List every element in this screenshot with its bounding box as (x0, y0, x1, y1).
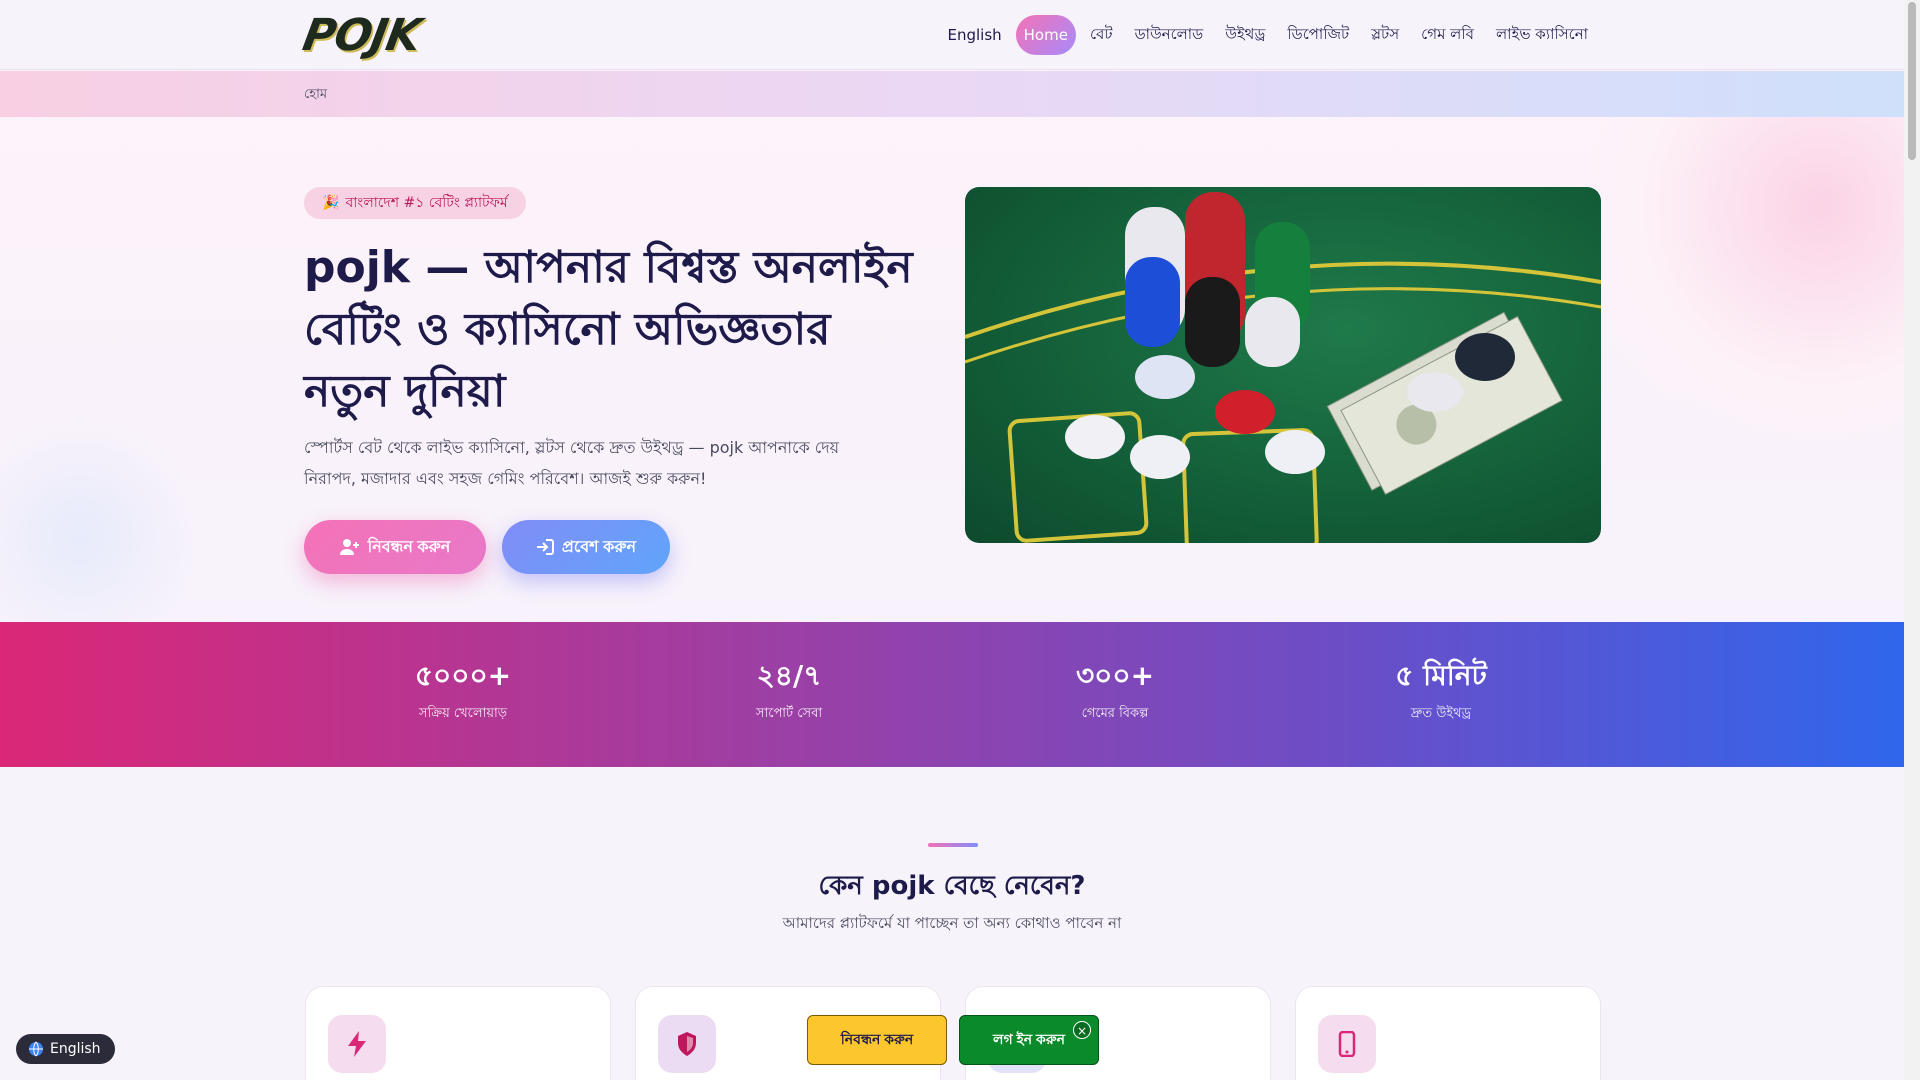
language-label: English (50, 1041, 101, 1057)
hero-register-button[interactable]: নিবন্ধন করুন (304, 520, 486, 574)
breadcrumb-bar: হোম (0, 71, 1904, 117)
nav-item-english[interactable]: English (939, 15, 1009, 55)
main-nav: English Home বেট ডাউনলোড উইথড্র ডিপোজিট … (939, 14, 1596, 56)
nav-item-deposit[interactable]: ডিপোজিট (1279, 12, 1357, 59)
close-icon[interactable]: × (1073, 1021, 1091, 1039)
stat-value: ৫ মিনিট (1395, 659, 1487, 692)
hero-login-label: প্রবেশ করুন (561, 538, 637, 556)
mobile-icon (1318, 1015, 1376, 1073)
hero-title: pojk — আপনার বিশ্বস্ত অনলাইন বেটিং ও ক্য… (304, 242, 913, 417)
party-icon: 🎉 (322, 195, 340, 211)
hero-section: 🎉 বাংলাদেশ #১ বেটিং প্ল্যাটফর্ম pojk — আ… (0, 117, 1904, 622)
stat-item: ৫০০০+ সক্রিয় খেলোয়াড় (363, 658, 563, 725)
hero-subtitle: স্পোর্টস বেট থেকে লাইভ ক্যাসিনো, স্লটস থ… (304, 438, 840, 488)
feature-card (305, 986, 611, 1080)
feature-card (1295, 986, 1601, 1080)
hero-badge: 🎉 বাংলাদেশ #১ বেটিং প্ল্যাটফর্ম (304, 187, 526, 219)
sign-in-icon (536, 539, 554, 555)
stat-label: সক্রিয় খেলোয়াড় (418, 706, 508, 721)
stat-value: ৫০০০+ (414, 659, 512, 692)
stat-item: ৫ মিনিট দ্রুত উইথড্র (1341, 658, 1541, 725)
nav-item-withdraw[interactable]: উইথড্র (1217, 12, 1273, 59)
nav-item-live-casino[interactable]: লাইভ ক্যাসিনো (1488, 12, 1596, 59)
floating-register-button[interactable]: নিবন্ধন করুন (807, 1015, 947, 1065)
nav-item-download[interactable]: ডাউনলোড (1127, 12, 1212, 59)
user-plus-icon (339, 539, 359, 555)
stat-value: ২৪/৭ (756, 659, 822, 692)
why-section: কেন pojk বেছে নেবেন? আমাদের প্ল্যাটফর্মে… (0, 767, 1904, 1080)
casino-chips-image (965, 187, 1601, 543)
nav-item-slots[interactable]: স্লটস (1363, 12, 1407, 59)
hero-register-label: নিবন্ধন করুন (367, 538, 451, 556)
stats-section: ৫০০০+ সক্রিয় খেলোয়াড় ২৪/৭ সাপোর্ট সেব… (0, 622, 1904, 767)
why-subtitle: আমাদের প্ল্যাটফর্মে যা পাচ্ছেন তা অন্য ক… (782, 914, 1122, 932)
language-switcher[interactable]: English (16, 1034, 115, 1064)
scrollbar-track[interactable] (1904, 0, 1920, 1080)
shield-icon (658, 1015, 716, 1073)
stat-item: ৩০০+ গেমের বিকল্প (1015, 658, 1215, 725)
stat-label: সাপোর্ট সেবা (755, 706, 823, 721)
stat-value: ৩০০+ (1075, 659, 1155, 692)
hero-badge-text: বাংলাদেশ #১ বেটিং প্ল্যাটফর্ম (345, 195, 508, 211)
nav-item-bet[interactable]: বেট (1082, 12, 1121, 59)
nav-item-game-lobby[interactable]: গেম লবি (1413, 12, 1482, 59)
hero-login-button[interactable]: প্রবেশ করুন (502, 520, 670, 574)
why-title: কেন pojk বেছে নেবেন? (818, 871, 1086, 901)
lightning-icon (328, 1015, 386, 1073)
globe-icon (29, 1041, 43, 1057)
section-divider (928, 843, 978, 847)
scrollbar-thumb[interactable] (1908, 2, 1916, 160)
stat-item: ২৪/৭ সাপোর্ট সেবা (689, 658, 889, 725)
breadcrumb[interactable]: হোম (304, 85, 327, 106)
stat-label: গেমের বিকল্প (1081, 706, 1149, 721)
site-logo[interactable]: POJK (299, 10, 424, 61)
site-header: POJK English Home বেট ডাউনলোড উইথড্র ডিপ… (0, 0, 1904, 70)
stat-label: দ্রুত উইথড্র (1410, 706, 1472, 721)
nav-item-home[interactable]: Home (1015, 15, 1076, 55)
casino-table-illustration (965, 192, 1601, 543)
